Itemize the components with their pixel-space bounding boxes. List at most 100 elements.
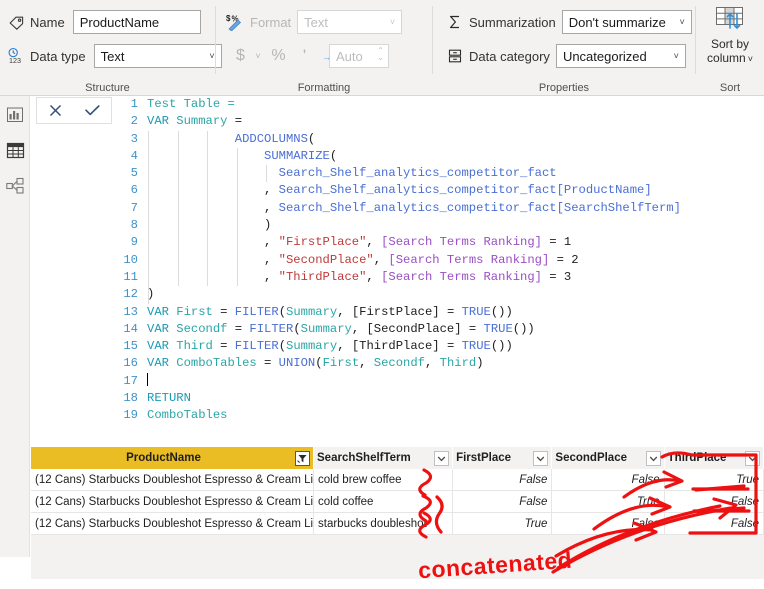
code-token: ComboTables bbox=[147, 408, 228, 423]
table-row[interactable]: (12 Cans) Starbucks Doubleshot Espresso … bbox=[31, 469, 764, 491]
datacategory-select[interactable]: Uncategorized ˅ bbox=[555, 44, 686, 68]
code-line[interactable]: 4 SUMMARIZE( bbox=[112, 147, 764, 166]
structure-group-label: Structure bbox=[85, 82, 130, 94]
code-line[interactable]: 18 RETURN bbox=[112, 390, 764, 407]
code-line[interactable]: 17 bbox=[112, 372, 764, 390]
thousands-separator-button[interactable]: ' bbox=[296, 45, 313, 67]
chevron-down-icon[interactable] bbox=[434, 450, 450, 466]
data-view-icon[interactable] bbox=[4, 139, 26, 161]
table-cell[interactable]: False bbox=[665, 513, 764, 535]
formula-editor-area: 1 Test Table = 2 VAR Summary = 3 ADDCOLUMNS(… bbox=[31, 96, 764, 447]
code-line-text: , Search_Shelf_analytics_competitor_fact… bbox=[147, 201, 681, 215]
indent-guide bbox=[207, 251, 209, 269]
code-token: [Search Terms Ranking] bbox=[381, 269, 542, 284]
column-header-secondplace[interactable]: SecondPlace bbox=[552, 447, 665, 469]
column-header-searchshelfterm[interactable]: SearchShelfTerm bbox=[314, 447, 454, 469]
code-token: , bbox=[147, 269, 279, 284]
sort-by-column-button[interactable]: Sort by column ˅ bbox=[697, 4, 763, 76]
code-token: Summary bbox=[286, 304, 338, 319]
code-token: ()) bbox=[490, 304, 513, 319]
datacategory-label: Data category bbox=[469, 48, 550, 64]
line-number: 13 bbox=[123, 304, 138, 319]
chevron-down-icon: ˅ bbox=[747, 54, 753, 64]
code-line[interactable]: 15 VAR Third = FILTER(Summary, [ThirdPlac… bbox=[112, 338, 764, 355]
chevron-down-icon[interactable] bbox=[533, 450, 549, 466]
table-cell[interactable]: (12 Cans) Starbucks Doubleshot Espresso … bbox=[31, 469, 315, 491]
code-token: ( bbox=[307, 131, 316, 146]
code-line[interactable]: 14 VAR Secondf = FILTER(Summary, [SecondP… bbox=[112, 321, 764, 338]
code-line[interactable]: 11 , "ThirdPlace", [Search Terms Ranking… bbox=[112, 268, 764, 287]
table-cell[interactable]: (12 Cans) Starbucks Doubleshot Espresso … bbox=[31, 513, 315, 535]
model-view-icon[interactable] bbox=[4, 175, 26, 197]
table-cell[interactable]: False bbox=[552, 513, 665, 535]
code-line-text: VAR First = FILTER(Summary, [FirstPlace]… bbox=[147, 305, 513, 319]
chevron-down-icon[interactable] bbox=[645, 450, 661, 466]
spinner-icon[interactable]: ⌃ ⌄ bbox=[377, 47, 384, 62]
code-line[interactable]: 5 Search_Shelf_analytics_competitor_fact bbox=[112, 165, 764, 183]
code-line[interactable]: 16 VAR ComboTables = UNION(First, Secondf… bbox=[112, 355, 764, 372]
datatype-select[interactable]: Text ˅ bbox=[93, 44, 222, 68]
table-row[interactable]: (12 Cans) Starbucks Doubleshot Espresso … bbox=[31, 491, 764, 513]
table-cell[interactable]: True bbox=[453, 513, 553, 535]
table-cell[interactable]: False bbox=[453, 491, 553, 513]
code-token: FILTER bbox=[234, 304, 279, 319]
table-cell[interactable]: False bbox=[453, 469, 553, 491]
close-icon[interactable] bbox=[39, 98, 73, 123]
table-cell[interactable]: True bbox=[665, 469, 764, 491]
code-line[interactable]: 10 , "SecondPlace", [Search Terms Rankin… bbox=[112, 251, 764, 269]
indent-guide bbox=[177, 234, 179, 252]
summarization-select[interactable]: Don't summarize ˅ bbox=[561, 10, 692, 34]
dax-code-editor[interactable]: 1 Test Table = 2 VAR Summary = 3 ADDCOLUMNS(… bbox=[112, 96, 764, 447]
table-cell[interactable]: cold coffee bbox=[314, 491, 454, 513]
code-token: "SecondPlace" bbox=[278, 252, 374, 267]
sigma-icon bbox=[445, 12, 465, 32]
currency-dropdown-icon[interactable]: ˅ bbox=[252, 45, 264, 67]
chevron-down-icon[interactable] bbox=[745, 450, 760, 466]
table-cell[interactable]: starbucks doubleshot bbox=[314, 513, 454, 535]
code-line[interactable]: 19 ComboTables bbox=[112, 407, 764, 424]
code-line[interactable]: 9 , "FirstPlace", [Search Terms Ranking]… bbox=[112, 234, 764, 252]
code-token: [ProductName] bbox=[556, 183, 652, 198]
code-token: , bbox=[337, 339, 352, 354]
name-input[interactable] bbox=[72, 10, 201, 34]
line-number: 12 bbox=[123, 287, 138, 302]
table-cell[interactable]: False bbox=[552, 469, 665, 491]
table-cell[interactable]: False bbox=[665, 491, 764, 513]
percent-button[interactable]: % bbox=[270, 45, 287, 67]
indent-guide bbox=[148, 286, 150, 304]
code-line[interactable]: 8 ) bbox=[112, 217, 764, 235]
code-line[interactable]: 13 VAR First = FILTER(Summary, [FirstPlac… bbox=[112, 304, 764, 321]
table-cell[interactable]: (12 Cans) Starbucks Doubleshot Espresso … bbox=[31, 491, 315, 513]
table-row[interactable]: (12 Cans) Starbucks Doubleshot Espresso … bbox=[31, 513, 764, 535]
code-line-text: RETURN bbox=[147, 391, 191, 405]
indent-guide bbox=[148, 199, 150, 218]
column-header-thirdplace[interactable]: ThirdPlace bbox=[664, 447, 764, 469]
code-line[interactable]: 3 ADDCOLUMNS( bbox=[112, 130, 764, 148]
properties-group-label: Properties bbox=[538, 82, 590, 94]
table-cell[interactable]: cold brew coffee bbox=[314, 469, 454, 491]
table-cell[interactable]: True bbox=[552, 491, 665, 513]
filter-applied-icon[interactable] bbox=[295, 450, 311, 466]
code-line[interactable]: 1 Test Table = bbox=[112, 96, 764, 113]
name-field-row: Name bbox=[6, 10, 201, 34]
sort-by-column-label-line1: Sort by bbox=[710, 37, 749, 51]
column-header-productname[interactable]: ProductName bbox=[31, 447, 315, 469]
checkmark-icon[interactable] bbox=[76, 98, 110, 123]
indent-guide bbox=[207, 268, 209, 287]
code-line[interactable]: 6 , Search_Shelf_analytics_competitor_fa… bbox=[112, 182, 764, 200]
currency-button[interactable]: $ bbox=[232, 45, 249, 67]
code-line-text: , "SecondPlace", [Search Terms Ranking] … bbox=[147, 253, 579, 267]
code-line[interactable]: 12) bbox=[112, 286, 764, 304]
column-header-firstplace[interactable]: FirstPlace bbox=[453, 447, 553, 469]
report-view-icon[interactable] bbox=[4, 104, 26, 126]
line-number: 7 bbox=[130, 200, 138, 215]
code-line[interactable]: 7 , Search_Shelf_analytics_competitor_fa… bbox=[112, 199, 764, 218]
code-token: Search_Shelf_analytics_competitor_fact bbox=[278, 166, 557, 181]
code-token: Third bbox=[176, 339, 213, 354]
format-select[interactable]: Text ˅ bbox=[297, 10, 403, 34]
decimal-places-input[interactable]: Auto ⌃ ⌄ bbox=[329, 44, 389, 68]
code-token: ()) bbox=[490, 339, 513, 354]
datatype-field-row: 123 Data type Text ˅ bbox=[6, 44, 222, 68]
code-line[interactable]: 2 VAR Summary = bbox=[112, 113, 764, 130]
